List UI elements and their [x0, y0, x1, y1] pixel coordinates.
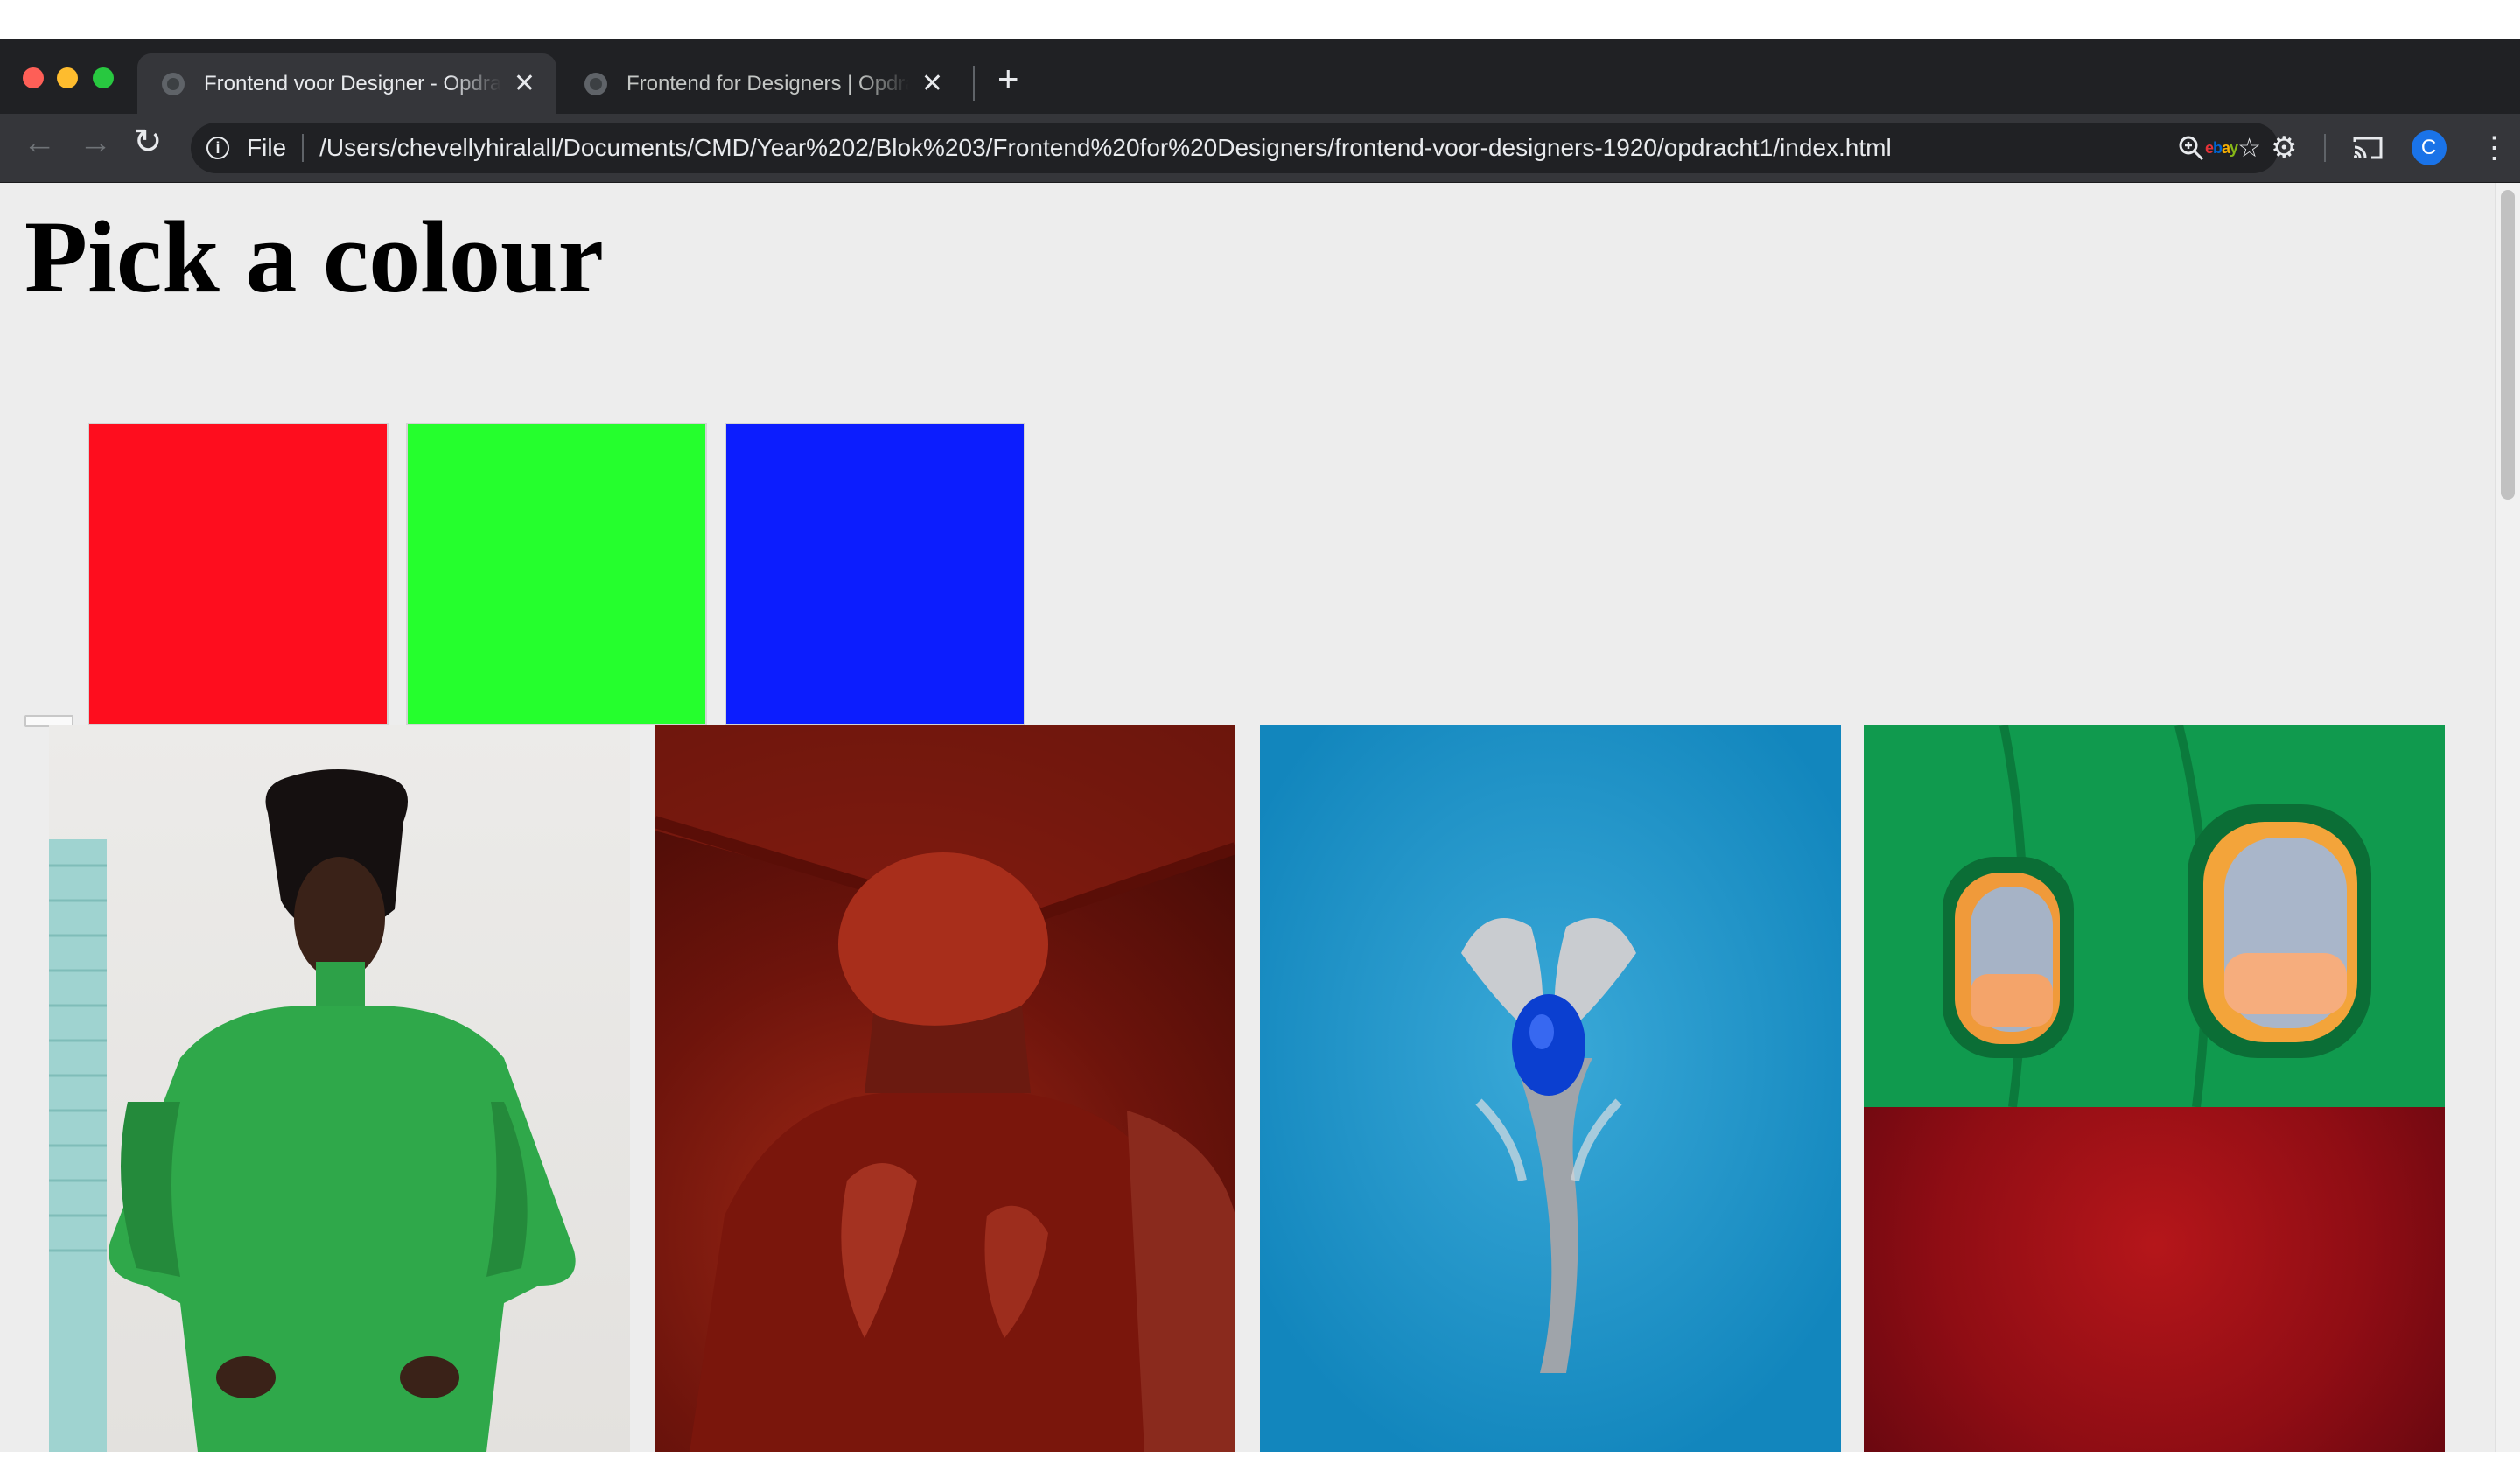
toolbar-extensions: ebay ⚙ C ⋮ — [2205, 114, 2510, 182]
reload-icon[interactable]: ↻ — [133, 124, 163, 159]
photo-red-jacket-illustration — [654, 725, 1236, 1452]
tab-divider — [973, 66, 975, 101]
info-icon[interactable]: i — [206, 137, 229, 159]
browser-toolbar: ← → ↻ i File /Users/chevellyhiralall/Doc… — [0, 114, 2520, 183]
minimize-window-button[interactable] — [57, 67, 78, 88]
page-title: Pick a colour — [24, 200, 605, 314]
kebab-menu-icon[interactable]: ⋮ — [2480, 133, 2510, 163]
tab-title: Frontend for Designers | Opdracht 1 — [626, 71, 909, 95]
globe-icon — [162, 72, 185, 95]
ebay-extension-icon[interactable]: ebay — [2205, 139, 2238, 158]
vertical-scrollbar[interactable] — [2495, 183, 2520, 1452]
swatch-green[interactable] — [406, 423, 707, 725]
url-text[interactable]: /Users/chevellyhiralall/Documents/CMD/Ye… — [319, 134, 1892, 162]
new-tab-button[interactable]: + — [998, 60, 1019, 97]
swatch-blue[interactable] — [724, 423, 1026, 725]
gear-icon[interactable]: ⚙ — [2271, 133, 2297, 163]
photo-red-fabric — [1864, 1107, 2445, 1452]
photo-green-dress-illustration — [49, 769, 576, 1452]
photo-green-dress — [49, 725, 630, 1452]
close-tab-icon[interactable]: ✕ — [921, 70, 943, 97]
photo-green-cabin-illustration — [1864, 725, 2445, 1108]
arrow-right-icon[interactable]: → — [79, 126, 112, 159]
avatar[interactable]: C — [2411, 130, 2446, 165]
cast-icon[interactable] — [2352, 135, 2384, 161]
zoom-window-button[interactable] — [93, 67, 114, 88]
arrow-left-icon[interactable]: ← — [23, 126, 56, 159]
zoom-icon[interactable] — [2178, 135, 2204, 161]
tab-inactive[interactable]: Frontend for Designers | Opdracht 1 ✕ — [560, 53, 964, 114]
globe-icon — [584, 72, 607, 95]
scheme-label: File — [247, 134, 287, 161]
scrollbar-thumb[interactable] — [2501, 190, 2515, 500]
photo-silver-ring-illustration — [1260, 725, 1841, 1452]
swatch-red[interactable] — [88, 423, 388, 725]
tab-active[interactable]: Frontend voor Designer - Opdracht 1 ✕ — [137, 53, 556, 114]
close-window-button[interactable] — [23, 67, 44, 88]
toolbar-divider — [2323, 134, 2326, 162]
close-tab-icon[interactable]: ✕ — [514, 70, 536, 97]
tab-strip: Frontend voor Designer - Opdracht 1 ✕ Fr… — [0, 39, 2520, 114]
address-bar[interactable]: i File /Users/chevellyhiralall/Documents… — [191, 123, 2278, 173]
photo-green-cabin — [1864, 725, 2445, 1452]
photo-red-jacket — [654, 725, 1236, 1452]
browser-window: Frontend voor Designer - Opdracht 1 ✕ Fr… — [0, 39, 2520, 1452]
address-divider — [302, 134, 304, 162]
tab-title: Frontend voor Designer - Opdracht 1 — [204, 71, 501, 95]
photo-silver-ring — [1260, 725, 1841, 1452]
page-viewport: Pick a colour — [0, 183, 2520, 1452]
